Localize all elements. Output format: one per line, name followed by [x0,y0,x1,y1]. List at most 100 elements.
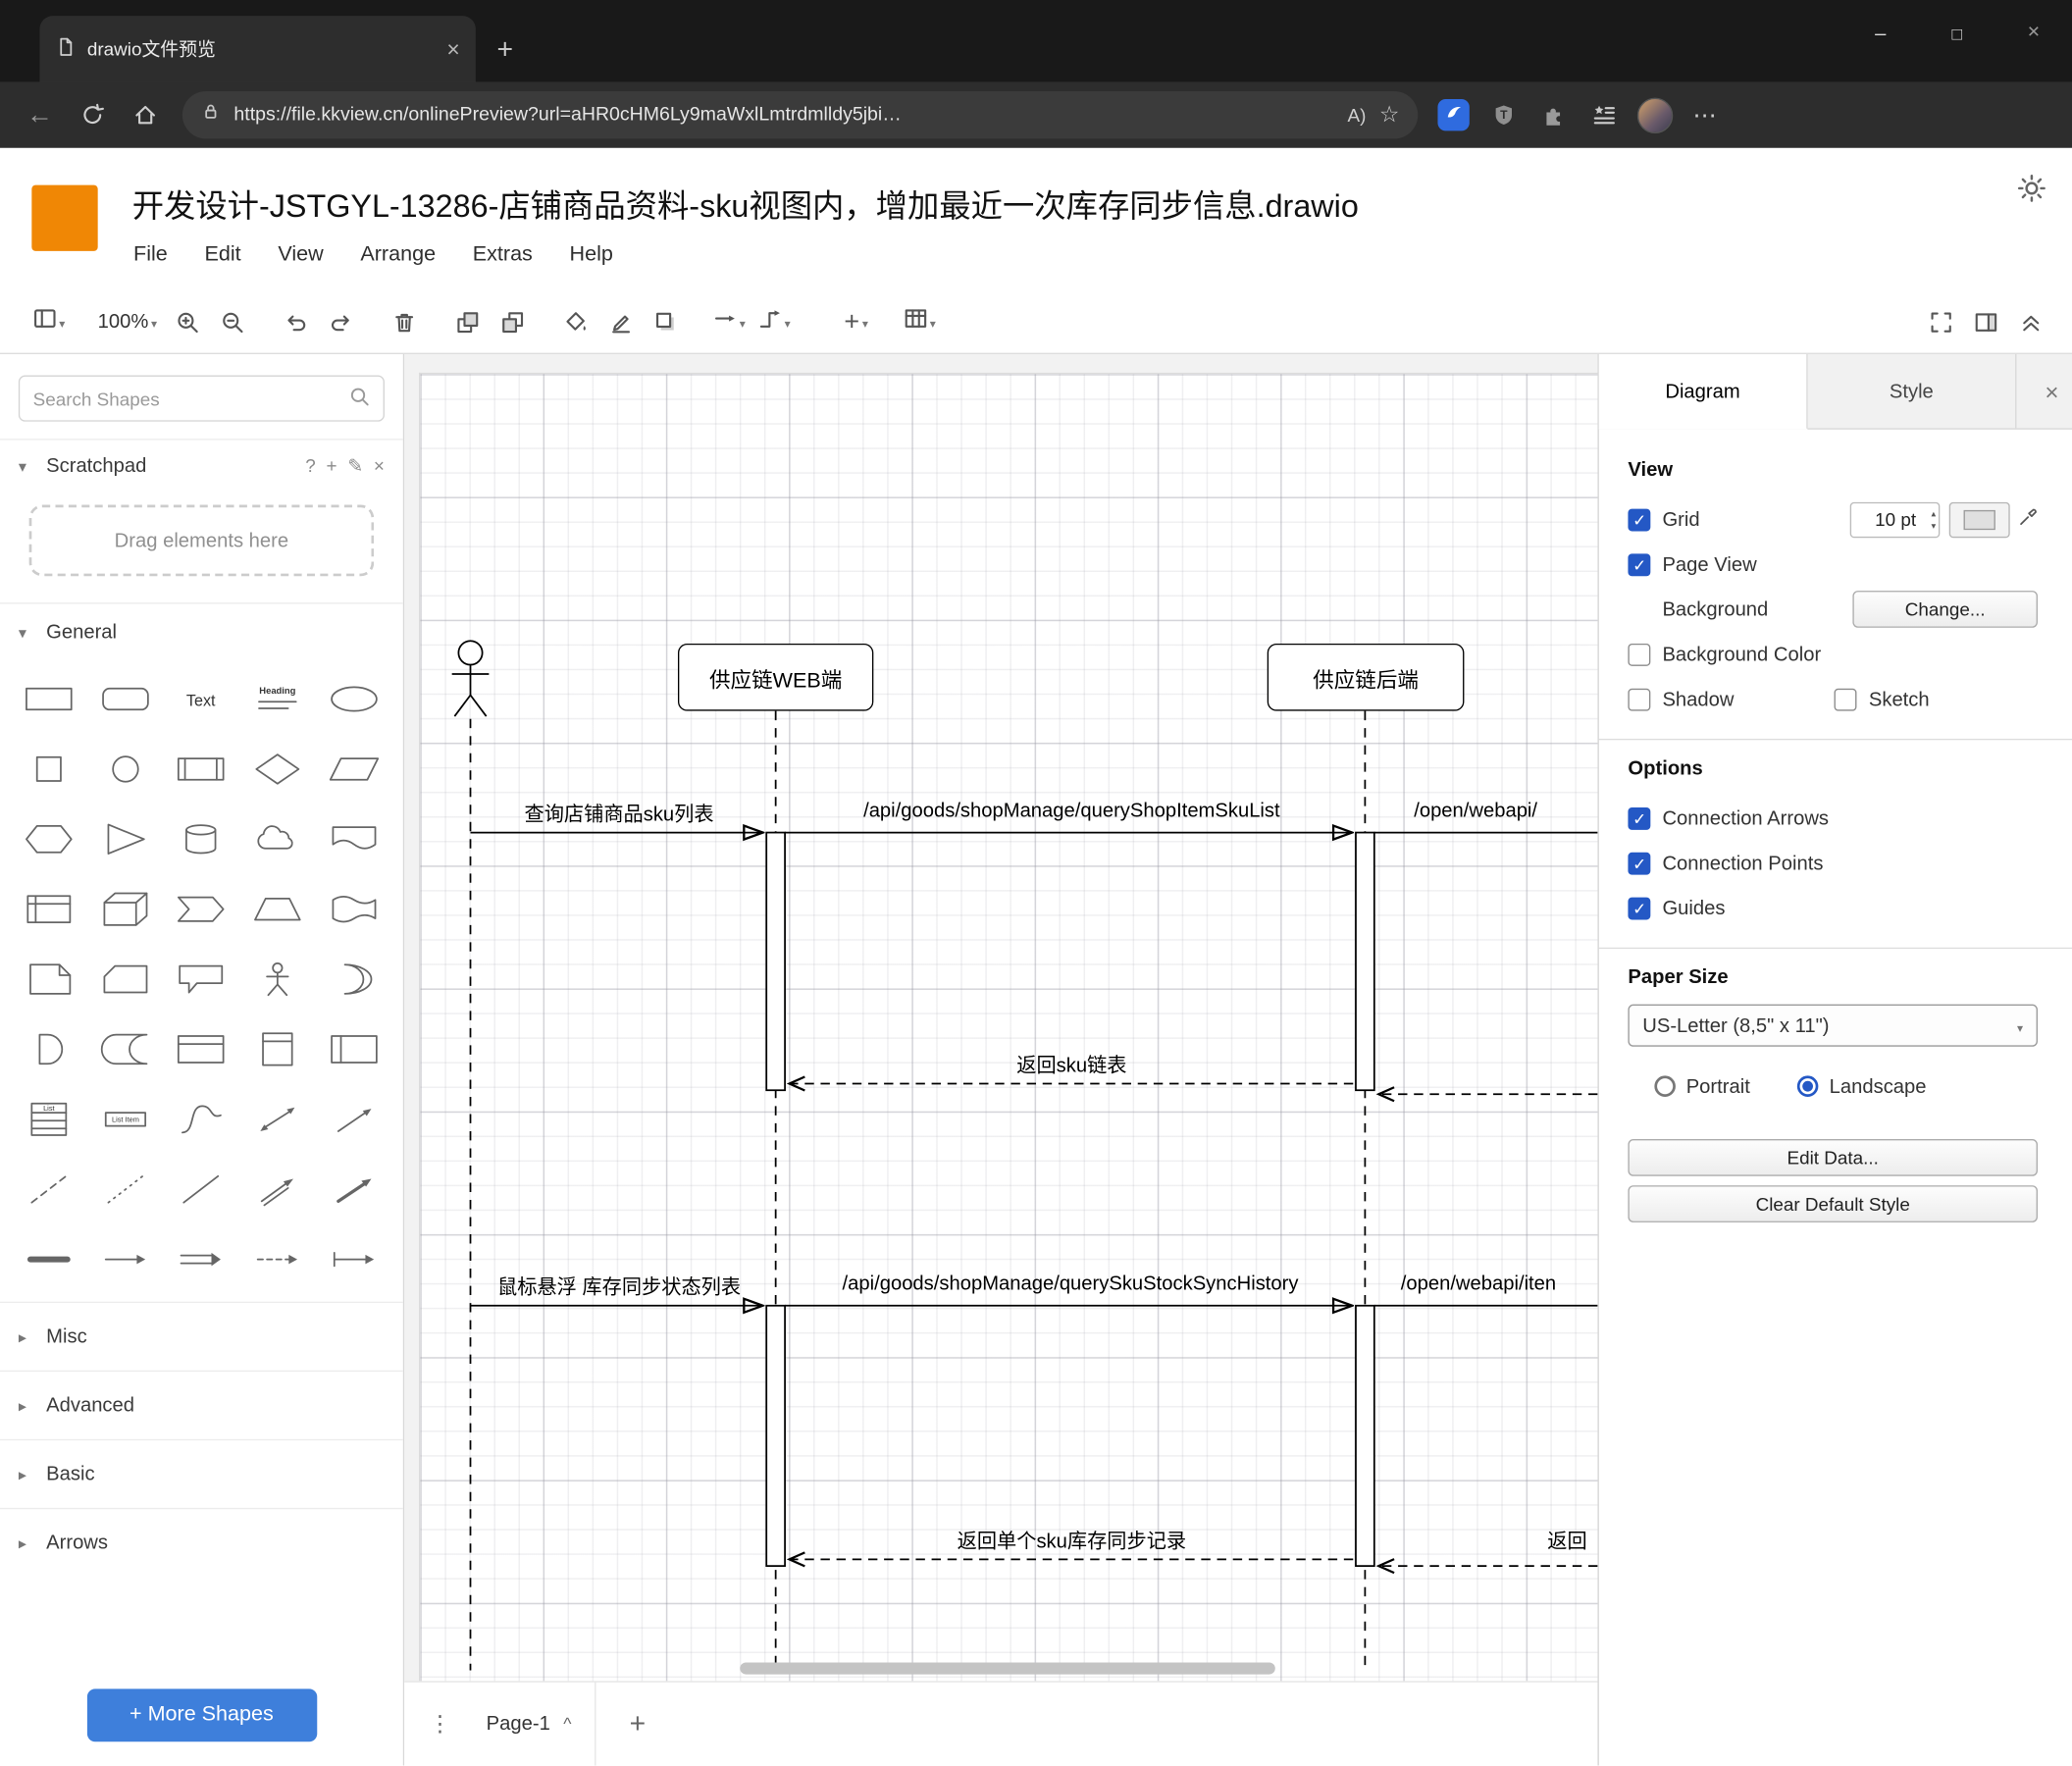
scratchpad-dropzone[interactable]: Drag elements here [28,504,375,577]
shape-actor[interactable] [239,944,316,1013]
tab-style[interactable]: Style [1808,353,2017,429]
format-panel-close-icon[interactable]: × [2045,354,2058,430]
collections-icon[interactable] [1581,92,1627,137]
scratchpad-add-icon[interactable]: + [327,454,337,477]
eyedropper-icon[interactable] [2018,507,2038,533]
shape-diamond[interactable] [239,734,316,804]
shape-rounded-rectangle[interactable] [87,663,164,733]
shape-data-storage[interactable] [87,1013,164,1083]
table-button[interactable]: ▾ [897,299,942,344]
paper-size-select[interactable]: US-Letter (8,5" x 11") ▾ [1628,1004,2038,1047]
shape-directional-arrow[interactable] [316,1154,392,1223]
landscape-radio[interactable] [1797,1075,1819,1097]
to-back-button[interactable] [491,299,536,344]
fullscreen-button[interactable] [1919,299,1964,344]
pages-menu-icon[interactable]: ⋮ [418,1701,463,1746]
extension-blue-icon[interactable] [1431,92,1476,137]
connection-style-button[interactable]: ▾ [706,299,751,344]
shape-list-item[interactable]: List Item [87,1083,164,1153]
menu-help[interactable]: Help [570,243,613,267]
insert-button[interactable]: + ▾ [834,299,879,344]
scratchpad-close-icon[interactable]: × [374,454,385,477]
grid-color-swatch[interactable] [1948,501,2010,538]
menu-extras[interactable]: Extras [473,243,533,267]
shape-triangle[interactable] [87,804,164,873]
shape-link[interactable] [11,1223,87,1293]
shape-card[interactable] [87,944,164,1013]
message-label[interactable]: 返回sku链表 [933,1051,1211,1078]
shadow-checkbox[interactable] [1628,688,1651,710]
message-label[interactable]: /api/goods/shopManage/queryShopItemSkuLi… [795,800,1350,822]
connection-arrows-checkbox[interactable] [1628,806,1651,830]
message-label[interactable]: 返回 [1528,1527,1597,1554]
refresh-button[interactable] [69,92,116,137]
shape-trapezoid[interactable] [239,873,316,943]
shape-circle[interactable] [87,734,164,804]
profile-avatar[interactable] [1632,92,1677,137]
shape-square[interactable] [11,734,87,804]
shape-dashed-arrow-h[interactable] [239,1223,316,1293]
extensions-puzzle-icon[interactable] [1531,92,1577,137]
grid-size-input[interactable] [1849,501,1941,538]
theme-toggle-icon[interactable] [2017,174,2046,209]
clear-default-style-button[interactable]: Clear Default Style [1628,1185,2038,1222]
section-arrows[interactable]: ▸ Arrows [0,1507,403,1577]
browser-tab[interactable]: drawio文件预览 × [39,16,476,82]
shape-cylinder[interactable] [163,804,239,873]
shape-rectangle[interactable] [11,663,87,733]
scratchpad-header[interactable]: ▾ Scratchpad ? + ✎ × [0,439,403,492]
url-text[interactable]: https://file.kkview.cn/onlinePreview?url… [233,104,1334,126]
shape-hexagon[interactable] [11,804,87,873]
shape-step[interactable] [163,873,239,943]
shape-horizontal-container[interactable] [316,1013,392,1083]
shadow-button[interactable] [644,299,689,344]
shape-line[interactable] [163,1154,239,1223]
new-tab-button[interactable]: + [496,35,513,65]
undo-button[interactable] [274,299,319,344]
grid-checkbox[interactable] [1628,507,1651,531]
search-shapes-input[interactable] [32,388,341,409]
shape-dashed-line[interactable] [11,1154,87,1223]
section-advanced[interactable]: ▸ Advanced [0,1370,403,1439]
message-label[interactable]: 返回单个sku库存同步记录 [926,1527,1217,1554]
shape-and[interactable] [11,1013,87,1083]
message-label[interactable]: /api/goods/shopManage/querySkuStockSyncH… [785,1273,1356,1295]
shape-process[interactable] [163,734,239,804]
menu-edit[interactable]: Edit [204,243,240,267]
shape-text[interactable]: Text [163,663,239,733]
shape-arrow[interactable] [316,1083,392,1153]
message-label[interactable]: /open/webapi/iten [1401,1273,1598,1295]
menu-view[interactable]: View [278,243,323,267]
message-label[interactable]: 查询店铺商品sku列表 [477,800,761,827]
extension-shield-icon[interactable]: T [1481,92,1527,137]
shape-double-arrow[interactable] [239,1154,316,1223]
shape-vertical-container[interactable] [239,1013,316,1083]
horizontal-scrollbar[interactable] [740,1662,1275,1675]
message-label[interactable]: 鼠标悬浮 库存同步状态列表 [457,1273,781,1300]
shape-cube[interactable] [87,873,164,943]
shape-bidirectional-arrow[interactable] [239,1083,316,1153]
browser-menu-icon[interactable]: ⋯ [1683,92,1728,137]
activation-bar[interactable] [1355,1304,1375,1567]
shape-arrow-h[interactable] [87,1223,164,1293]
add-page-button[interactable]: + [615,1701,660,1746]
grid-size-stepper[interactable]: ▴ ▾ [1932,507,1937,531]
home-button[interactable] [122,92,169,137]
portrait-radio[interactable] [1654,1075,1676,1097]
edit-data-button[interactable]: Edit Data... [1628,1139,2038,1176]
to-front-button[interactable] [445,299,491,344]
section-general[interactable]: ▾ General [0,602,403,660]
sequence-diagram[interactable] [404,354,1598,1681]
page-tab[interactable]: Page-1 ^ [462,1682,597,1766]
sketch-checkbox[interactable] [1834,688,1857,710]
activation-bar[interactable] [1355,831,1375,1092]
activation-bar[interactable] [765,831,786,1092]
shape-ellipse[interactable] [316,663,392,733]
shape-or[interactable] [316,944,392,1013]
shape-search-box[interactable] [18,375,385,422]
waypoint-style-button[interactable]: ▾ [751,299,797,344]
page-tab-caret-icon[interactable]: ^ [563,1713,571,1736]
back-button[interactable]: ← [16,92,63,137]
search-icon[interactable] [349,386,371,412]
delete-button[interactable] [382,299,427,344]
